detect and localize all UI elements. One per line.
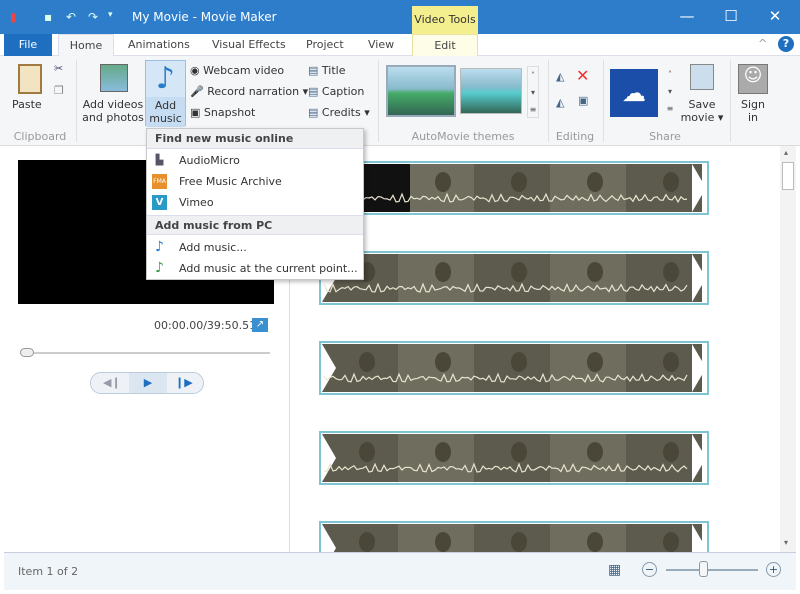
editing-group-label: Editing <box>555 130 595 143</box>
cut-icon[interactable]: ✂ <box>54 62 63 75</box>
rotate-right-icon[interactable]: ◭ <box>556 96 564 109</box>
menu-item-add-music[interactable]: ♪ Add music... <box>147 237 363 258</box>
snapshot-icon: ▣ <box>190 106 204 119</box>
customize-quick-access-icon[interactable]: ▾ <box>108 10 113 20</box>
title-button[interactable]: ▤ Title <box>308 64 345 77</box>
tab-home[interactable]: Home <box>58 34 114 56</box>
window-title: My Movie - Movie Maker <box>132 10 277 24</box>
video-clip-strip[interactable] <box>319 161 709 215</box>
share-group-label: Share <box>649 130 681 143</box>
webcam-video-button[interactable]: ◉ Webcam video <box>190 64 284 77</box>
tab-visual-effects[interactable]: Visual Effects <box>212 34 286 56</box>
tab-project[interactable]: Project <box>306 34 344 56</box>
tab-edit[interactable]: Edit <box>412 34 478 56</box>
status-bar: Item 1 of 2 ▦ − + <box>4 552 796 590</box>
zoom-slider-handle[interactable] <box>698 561 708 577</box>
ribbon: Paste ✂ ❐ Clipboard Add videos and photo… <box>0 56 800 146</box>
copy-icon[interactable]: ❐ <box>54 84 64 97</box>
music-note-green-icon: ♪ <box>155 260 164 276</box>
add-music-label: Add music <box>146 97 185 127</box>
paste-button[interactable]: Paste <box>12 98 42 111</box>
scroll-up-icon[interactable]: ▴ <box>784 148 788 157</box>
themes-scroll[interactable]: ˄ ▾ ≡ <box>527 66 539 118</box>
menu-item-vimeo[interactable]: V Vimeo <box>147 192 363 213</box>
zoom-out-icon[interactable]: − <box>642 562 657 577</box>
automovie-themes-group-label: AutoMovie themes <box>411 130 515 143</box>
zoom-in-icon[interactable]: + <box>766 562 781 577</box>
user-icon: ☺ <box>738 64 768 94</box>
select-all-icon[interactable]: ▣ <box>578 94 588 107</box>
close-button[interactable]: ✕ <box>760 7 790 25</box>
help-icon[interactable]: ? <box>778 36 794 52</box>
fma-icon: FMA <box>152 174 167 189</box>
fullscreen-icon[interactable]: ↗ <box>252 318 268 332</box>
caption-button[interactable]: ▤ Caption <box>308 85 364 98</box>
music-note-icon: ♪ <box>155 61 176 96</box>
scroll-thumb[interactable] <box>782 162 794 190</box>
clipboard-group-label: Clipboard <box>13 130 67 143</box>
video-clip-strip[interactable] <box>319 251 709 305</box>
ribbon-tabs: File Home Animations Visual Effects Proj… <box>0 34 800 56</box>
video-clip-strip[interactable] <box>319 341 709 395</box>
save-movie-button[interactable]: Save movie ▾ <box>680 98 724 124</box>
credits-button[interactable]: ▤ Credits ▾ <box>308 106 370 119</box>
record-narration-button[interactable]: 🎤 Record narration ▾ <box>190 85 308 98</box>
theme-thumbnail-1[interactable] <box>386 65 456 117</box>
add-videos-icon <box>100 64 128 92</box>
next-frame-icon[interactable]: ❙▶ <box>175 376 193 389</box>
status-text: Item 1 of 2 <box>18 565 79 578</box>
video-clip-strip[interactable] <box>319 521 709 552</box>
rotate-left-icon[interactable]: ◭ <box>556 70 564 83</box>
thumbnail-size-icon[interactable]: ▦ <box>608 562 621 578</box>
previous-frame-icon[interactable]: ◀❙ <box>103 376 121 389</box>
menu-item-audiomicro[interactable]: ▙ AudioMicro <box>147 150 363 171</box>
add-music-button[interactable]: ♪ Add music <box>145 60 186 127</box>
storyboard-scrollbar[interactable]: ▴ ▾ <box>780 146 796 552</box>
collapse-ribbon-icon[interactable]: ^ <box>758 37 767 50</box>
maximize-button[interactable]: ☐ <box>716 7 746 25</box>
add-videos-button[interactable]: Add videos and photos <box>82 98 144 124</box>
video-clip-strip[interactable] <box>319 431 709 485</box>
music-note-icon: ♪ <box>155 239 164 255</box>
caption-icon: ▤ <box>308 85 322 98</box>
seek-handle[interactable] <box>20 348 34 357</box>
snapshot-button[interactable]: ▣ Snapshot <box>190 106 255 119</box>
sign-in-button[interactable]: Sign in <box>736 98 770 124</box>
play-icon[interactable]: ▶ <box>129 373 167 393</box>
storyboard <box>292 146 780 552</box>
menu-item-free-music-archive[interactable]: FMA Free Music Archive <box>147 171 363 192</box>
storyboard-strips <box>319 161 709 552</box>
menu-header-pc: Add music from PC <box>147 215 363 235</box>
undo-icon[interactable]: ↶ <box>66 10 76 24</box>
tab-file[interactable]: File <box>4 34 52 56</box>
zoom-slider[interactable] <box>666 569 758 571</box>
menu-item-add-music-current-point[interactable]: ♪ Add music at the current point... <box>147 258 363 279</box>
vimeo-icon: V <box>152 195 167 210</box>
audiomicro-icon: ▙ <box>155 155 164 166</box>
playback-time: 00:00.00/39:50.51 <box>154 319 257 332</box>
add-music-menu: Find new music online ▙ AudioMicro FMA Fre… <box>146 128 364 280</box>
webcam-icon: ◉ <box>190 64 204 77</box>
redo-icon[interactable]: ↷ <box>88 10 98 24</box>
title-icon: ▤ <box>308 64 322 77</box>
remove-icon[interactable]: ✕ <box>576 66 589 85</box>
seek-bar[interactable] <box>20 352 270 354</box>
title-bar: ▮ ▪ ↶ ↷ ▾ My Movie - Movie Maker Video T… <box>0 0 800 34</box>
save-movie-icon <box>690 64 714 90</box>
paste-icon <box>18 64 42 94</box>
theme-thumbnail-2[interactable] <box>460 68 522 114</box>
credits-icon: ▤ <box>308 106 322 119</box>
app-icon: ▮ <box>10 10 17 24</box>
tab-animations[interactable]: Animations <box>128 34 190 56</box>
save-icon[interactable]: ▪ <box>44 10 52 24</box>
tab-view[interactable]: View <box>368 34 394 56</box>
menu-header-online: Find new music online <box>147 129 363 149</box>
share-scroll[interactable]: ˄ ▾ ≡ <box>664 66 676 118</box>
microphone-icon: 🎤 <box>190 85 208 98</box>
onedrive-icon[interactable]: ☁ <box>610 69 658 117</box>
video-tools-context-label: Video Tools <box>412 6 478 34</box>
minimize-button[interactable]: — <box>672 7 702 25</box>
scroll-down-icon[interactable]: ▾ <box>784 538 788 547</box>
playback-controls: ◀❙ ▶ ❙▶ <box>90 372 204 394</box>
